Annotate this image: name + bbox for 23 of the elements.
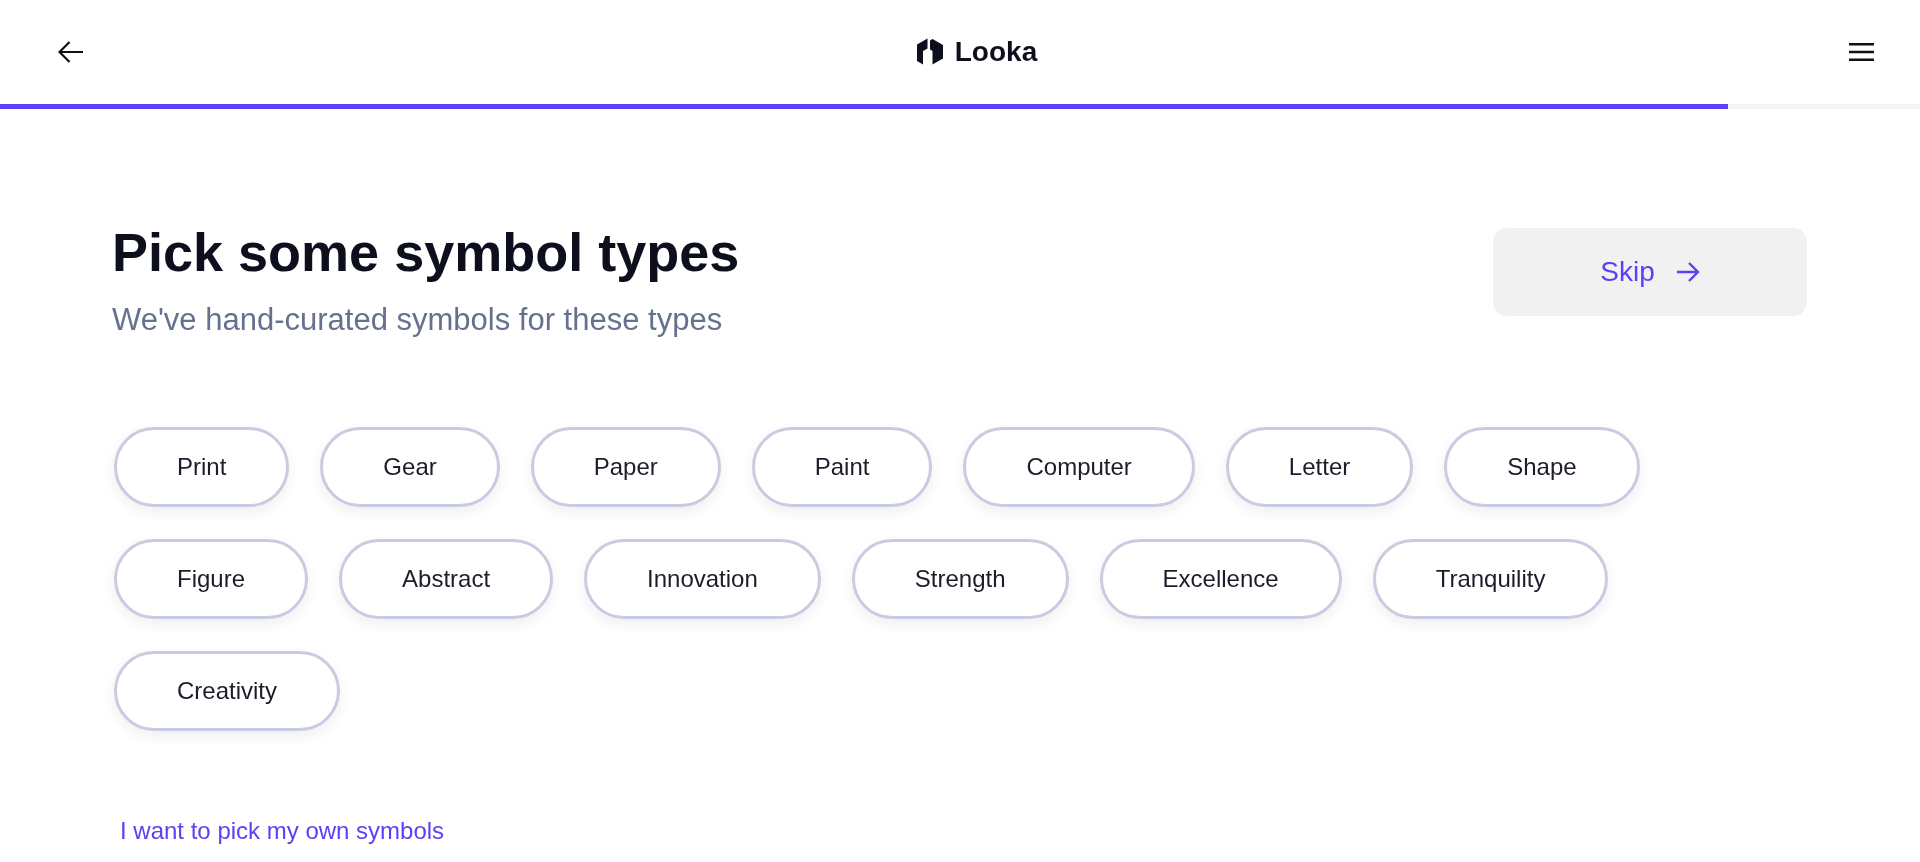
menu-icon[interactable] bbox=[1849, 43, 1874, 61]
symbol-type-chip[interactable]: Strength bbox=[851, 539, 1069, 619]
symbol-type-chip[interactable]: Tranquility bbox=[1372, 539, 1609, 619]
symbol-type-chip[interactable]: Innovation bbox=[584, 539, 821, 619]
symbol-type-chip[interactable]: Excellence bbox=[1099, 539, 1342, 619]
logo-text: Looka bbox=[954, 36, 1038, 68]
symbol-type-chip[interactable]: Print bbox=[114, 427, 290, 507]
arrow-left-icon[interactable] bbox=[58, 41, 83, 63]
pick-own-symbols-link[interactable]: I want to pick my own symbols bbox=[120, 817, 445, 846]
skip-button[interactable]: Skip bbox=[1493, 228, 1807, 316]
symbol-type-chip[interactable]: Computer bbox=[963, 427, 1195, 507]
symbol-type-chip[interactable]: Gear bbox=[320, 427, 500, 507]
symbol-type-chip[interactable]: Shape bbox=[1444, 427, 1640, 507]
symbol-type-chip[interactable]: Abstract bbox=[339, 539, 554, 619]
symbol-type-chip[interactable]: Figure bbox=[114, 539, 309, 619]
symbol-type-chip[interactable]: Letter bbox=[1225, 427, 1414, 507]
symbol-type-chip[interactable]: Paint bbox=[751, 427, 933, 507]
logo-icon bbox=[916, 38, 943, 66]
symbol-type-chip[interactable]: Creativity bbox=[114, 651, 341, 731]
page-title: Pick some symbol types bbox=[112, 221, 740, 284]
symbol-type-chip[interactable]: Paper bbox=[530, 427, 721, 507]
arrow-right-icon bbox=[1676, 262, 1700, 282]
page-subtitle: We've hand-curated symbols for these types bbox=[112, 300, 724, 338]
